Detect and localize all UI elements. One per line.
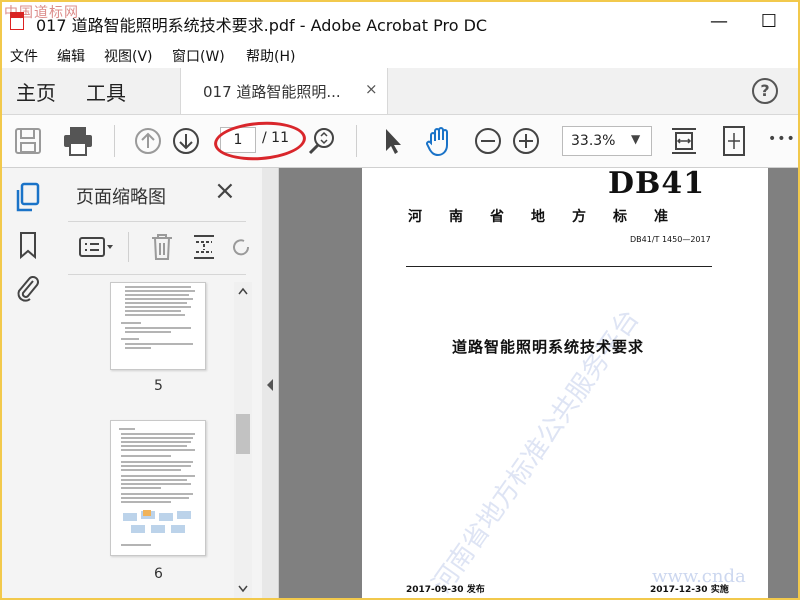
menu-edit[interactable]: 编辑 <box>57 46 85 66</box>
help-icon[interactable]: ? <box>752 78 778 104</box>
thumbnail-label: 5 <box>154 378 163 394</box>
attachment-icon[interactable] <box>14 272 42 304</box>
insert-page-icon[interactable] <box>190 232 218 262</box>
url-watermark: www.cnda <box>652 566 746 587</box>
document-view[interactable]: 河南省地方标准公共服务平台 DB41 河南省地方标准 DB41/T 1450—2… <box>279 168 798 598</box>
toolbar: 1 / 11 33.3% ▼ ••• <box>2 115 798 168</box>
standard-number: DB41/T 1450—2017 <box>630 235 711 244</box>
select-tool-icon[interactable] <box>374 123 410 159</box>
panel-separator <box>128 232 129 262</box>
fit-page-icon[interactable] <box>716 123 752 159</box>
chevron-down-icon: ▼ <box>631 132 641 146</box>
trash-icon[interactable] <box>148 232 176 262</box>
save-icon[interactable] <box>10 123 46 159</box>
zoom-level-value: 33.3% <box>571 133 616 149</box>
nav-bar: 主页 工具 017 道路智能照明... × ? <box>2 68 798 115</box>
standard-region: 河南省地方标准 <box>408 209 695 225</box>
rotate-icon[interactable] <box>230 232 250 262</box>
menu-view[interactable]: 视图(V) <box>104 46 153 66</box>
close-panel-icon[interactable]: × <box>214 178 236 204</box>
document-tab-label: 017 道路智能照明... <box>203 83 341 101</box>
thumbnail-page-6[interactable] <box>110 420 206 556</box>
left-rail <box>2 168 55 598</box>
scrollbar-thumb[interactable] <box>236 414 250 454</box>
document-page: 河南省地方标准公共服务平台 DB41 河南省地方标准 DB41/T 1450—2… <box>362 168 768 598</box>
tab-home[interactable]: 主页 <box>16 77 56 106</box>
scroll-down-icon[interactable] <box>237 584 249 594</box>
panel-title: 页面缩略图 <box>76 187 166 208</box>
page-preview <box>121 286 195 349</box>
panel-collapse-strip[interactable] <box>262 168 279 598</box>
standard-code: DB41 <box>608 168 706 201</box>
thumbnail-panel: 页面缩略图 × 5 6 <box>54 168 263 598</box>
tab-tools[interactable]: 工具 <box>86 77 126 106</box>
menu-bar: 文件 编辑 视图(V) 窗口(W) 帮助(H) <box>2 42 798 68</box>
bookmark-icon[interactable] <box>16 230 40 260</box>
scroll-up-icon[interactable] <box>237 286 249 296</box>
hand-tool-icon[interactable] <box>422 123 458 159</box>
toolbar-separator <box>114 125 115 157</box>
more-tools-icon[interactable]: ••• <box>768 131 796 147</box>
zoom-in-icon[interactable] <box>508 123 544 159</box>
collapse-arrow-icon[interactable] <box>265 378 275 392</box>
zoom-out-icon[interactable] <box>470 123 506 159</box>
minimize-button[interactable]: — <box>704 8 734 36</box>
menu-file[interactable]: 文件 <box>10 46 38 66</box>
close-tab-icon[interactable]: × <box>365 80 378 98</box>
maximize-button[interactable]: ☐ <box>754 8 784 36</box>
options-menu-icon[interactable] <box>78 234 118 260</box>
page-preview <box>119 428 195 546</box>
thumbnail-page-5[interactable] <box>110 282 206 370</box>
page-thumbnails-icon[interactable] <box>14 182 42 214</box>
menu-window[interactable]: 窗口(W) <box>172 46 225 66</box>
panel-divider <box>68 221 246 222</box>
tab-document[interactable]: 017 道路智能照明... × <box>180 68 388 114</box>
panel-divider <box>68 274 246 275</box>
print-icon[interactable] <box>60 123 96 159</box>
previous-page-icon[interactable] <box>130 123 166 159</box>
toolbar-separator <box>356 125 357 157</box>
fit-width-icon[interactable] <box>666 123 702 159</box>
menu-help[interactable]: 帮助(H) <box>246 46 295 66</box>
next-page-icon[interactable] <box>168 123 204 159</box>
title-bar: 中国道标网 017 道路智能照明系统技术要求.pdf - Adobe Acrob… <box>2 2 798 42</box>
acrobat-window: 中国道标网 017 道路智能照明系统技术要求.pdf - Adobe Acrob… <box>2 2 798 598</box>
zoom-lens-icon[interactable] <box>304 123 340 159</box>
thumbnail-label: 6 <box>154 566 163 582</box>
publish-date: 2017-09-30 发布 <box>406 585 485 595</box>
document-title: 道路智能照明系统技术要求 <box>452 338 645 356</box>
zoom-level-select[interactable]: 33.3% ▼ <box>562 126 652 156</box>
header-rule <box>406 266 712 267</box>
annotation-circle <box>212 118 308 164</box>
window-title: 017 道路智能照明系统技术要求.pdf - Adobe Acrobat Pro… <box>36 16 488 35</box>
